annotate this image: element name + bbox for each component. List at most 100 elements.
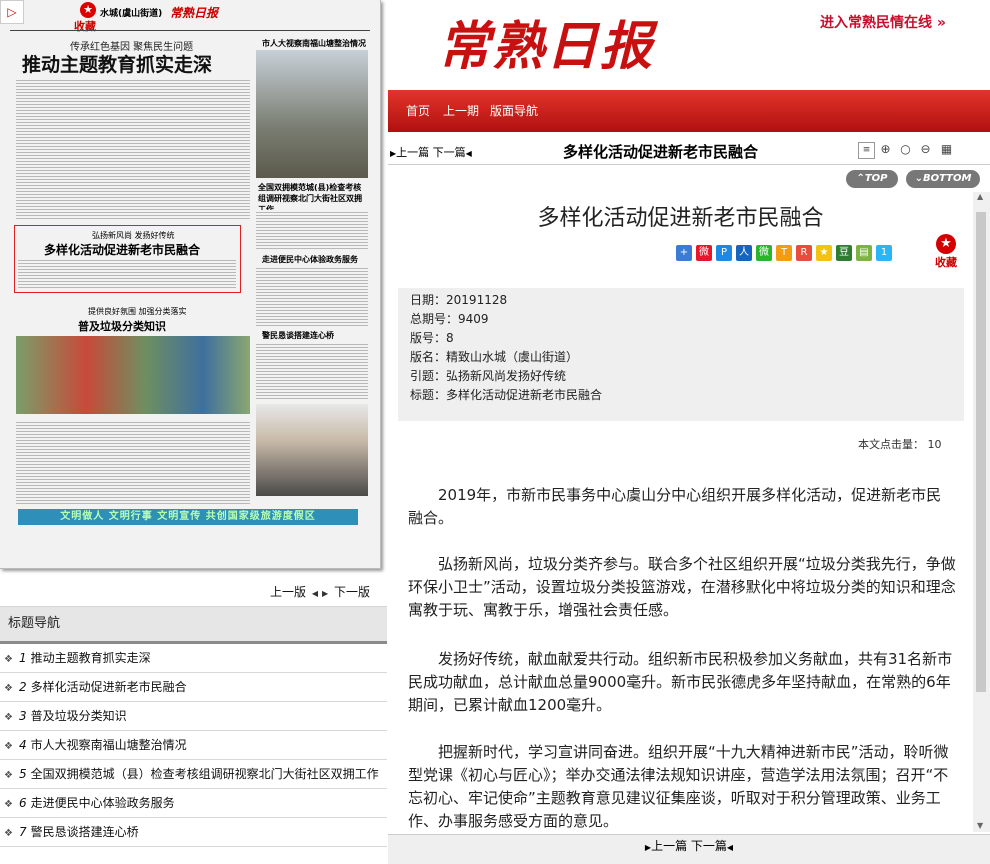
title-nav-num: 2 (18, 680, 27, 694)
thumbnail-collect-label[interactable]: 收藏 (74, 18, 96, 34)
collect-label[interactable]: 收藏 (928, 254, 964, 270)
title-nav-item[interactable]: ❖ 2 多样化活动促进新老市民融合 (0, 673, 387, 702)
main-nav-bar: 首页 上一期 版面导航 (388, 90, 990, 132)
thumbnail-highlight-headline[interactable]: 多样化活动促进新老市民融合 (44, 241, 200, 258)
thumbnail-headline-3[interactable]: 普及垃圾分类知识 (78, 318, 166, 334)
meta-value: 弘扬新风尚发扬好传统 (446, 369, 567, 383)
collect-button[interactable]: ★ 收藏 (928, 234, 964, 270)
nav-prev-issue-link[interactable]: 上一期 (443, 102, 479, 119)
thumbnail-side-headline-1[interactable]: 市人大视察南福山塘整治情况 (262, 38, 366, 49)
title-nav-num: 6 (18, 796, 27, 810)
douban-icon[interactable]: 豆 (836, 244, 852, 261)
thumbnail-banner: 文明做人 文明行事 文明宣传 共创国家级旅游度假区 (18, 509, 358, 525)
print-icon[interactable]: ▦ (939, 142, 954, 157)
title-nav-item[interactable]: ❖ 7 警民恳谈搭建连心桥 (0, 818, 387, 847)
left-panel: ▷ ★ 收藏 水城(虞山街道) 常熟日报 传承红色基因 聚焦民生问题 推动主题教… (0, 0, 388, 863)
meta-value: 20191128 (446, 293, 508, 307)
zoom-reset-icon[interactable]: ○ (898, 142, 913, 157)
meta-label: 引题 (410, 369, 435, 383)
minqing-online-link[interactable]: 进入常熟民情在线 » (820, 12, 946, 32)
scrollbar-thumb[interactable] (976, 212, 986, 692)
arrow-left-icon[interactable]: ◀ (312, 589, 318, 598)
share-image-icon[interactable]: ▤ (856, 244, 872, 261)
minqing-online-label[interactable]: 进入常熟民情在线 (820, 15, 932, 31)
nav-layout-link[interactable]: 版面导航 (490, 102, 538, 119)
thumbnail-highlight-kicker: 弘扬新风尚 发扬好传统 (92, 231, 175, 240)
bottom-article-nav: ▶上一篇 下一篇◀ (388, 834, 990, 864)
title-nav-label[interactable]: 推动主题教育抓实走深 (31, 651, 151, 665)
share-count-icon[interactable]: 1 (876, 244, 892, 261)
page-navigation: 上一版 ◀ ▶ 下一版 (270, 583, 370, 600)
meta-label: 标题 (410, 388, 435, 402)
share-red-icon[interactable]: R (796, 244, 812, 261)
bottom-prev-article-link[interactable]: 上一篇 (651, 839, 687, 853)
meta-row: 版号：8 (410, 331, 454, 345)
title-nav-label[interactable]: 走进便民中心体验政务服务 (31, 796, 175, 810)
title-navigation-header: 标题导航 (0, 606, 387, 644)
arrow-left-icon: ◀ (465, 149, 472, 158)
wechat-icon[interactable]: 微 (756, 244, 772, 261)
scroll-bottom-button[interactable]: ⌄BOTTOM (906, 170, 980, 188)
article-toolbar: ▶上一篇 下一篇◀ 多样化活动促进新老市民融合 ≡ ⊕ ○ ⊖ ▦ (388, 138, 990, 165)
zoom-in-icon[interactable]: ⊕ (878, 142, 893, 157)
thumbnail-side-headline-4[interactable]: 警民恳谈搭建连心桥 (262, 330, 334, 341)
title-nav-item[interactable]: ❖ 4 市人大视察南福山塘整治情况 (0, 731, 387, 760)
thumbnail-side-headline-3[interactable]: 走进便民中心体验政务服务 (262, 254, 358, 265)
next-page-link[interactable]: 下一版 (334, 585, 370, 599)
share-p-icon[interactable]: P (716, 244, 732, 261)
title-nav-label[interactable]: 多样化活动促进新老市民融合 (31, 680, 187, 694)
bullet-icon: ❖ (4, 828, 13, 839)
thumbnail-headline-1[interactable]: 推动主题教育抓实走深 (22, 50, 212, 77)
thumbnail-photo-bridge (256, 50, 368, 178)
hit-count: 本文点击量： 10 (858, 436, 942, 452)
scroll-top-button[interactable]: ⌃TOP (846, 170, 898, 188)
scroll-bottom-label[interactable]: BOTTOM (923, 173, 971, 184)
collect-star-icon[interactable]: ★ (80, 2, 96, 18)
meta-value: 精致山水城（虞山街道） (446, 350, 579, 364)
arrow-right-icon[interactable]: ▶ (322, 589, 328, 598)
meta-value: 8 (446, 331, 454, 345)
collect-star-icon[interactable]: ★ (936, 234, 956, 254)
share-bar: + 微 P 人微 T R ★ 豆 ▤ 1 (676, 242, 896, 262)
notes-icon[interactable]: ≡ (858, 142, 875, 159)
title-nav-item[interactable]: ❖ 6 走进便民中心体验政务服务 (0, 789, 387, 818)
title-nav-item[interactable]: ❖ 3 普及垃圾分类知识 (0, 702, 387, 731)
share-star-icon[interactable]: ★ (816, 244, 832, 261)
renren-icon[interactable]: 人 (736, 244, 752, 261)
next-article-link[interactable]: 下一篇 (433, 146, 466, 159)
thumbnail-text-block (256, 266, 368, 326)
meta-label: 版号 (410, 331, 435, 345)
article-title: 多样化活动促进新老市民融合 (537, 206, 824, 231)
thumbnail-text-block (16, 420, 250, 504)
bullet-icon: ❖ (4, 712, 13, 723)
article-scrollbar[interactable]: ▲ ▼ (973, 192, 990, 832)
toolbar-article-title: 多样化活动促进新老市民融合 (563, 143, 759, 161)
bullet-icon: ❖ (4, 654, 13, 665)
title-nav-label[interactable]: 普及垃圾分类知识 (31, 709, 127, 723)
site-logo[interactable]: 常熟日报 (438, 4, 654, 79)
title-nav-label[interactable]: 市人大视察南福山塘整治情况 (31, 738, 187, 752)
zoom-out-icon[interactable]: ⊖ (918, 142, 933, 157)
prev-page-link[interactable]: 上一版 (270, 585, 306, 599)
newspaper-page-thumbnail[interactable]: ▷ ★ 收藏 水城(虞山街道) 常熟日报 传承红色基因 聚焦民生问题 推动主题教… (0, 0, 381, 569)
scroll-up-icon[interactable]: ▲ (977, 192, 983, 201)
title-navigation: 标题导航 ❖ 1 推动主题教育抓实走深 ❖ 2 多样化活动促进新老市民融合 ❖ 3 普及垃圾… (0, 606, 387, 847)
meta-row: 总期号：9409 (410, 312, 489, 326)
scroll-down-icon[interactable]: ▼ (977, 821, 983, 830)
article-paragraph: 弘扬新风尚，垃圾分类齐参与。联合多个社区组织开展“垃圾分类我先行，争做环保小卫士… (408, 555, 956, 619)
prev-article-link[interactable]: 上一篇 (396, 146, 429, 159)
share-plus-icon[interactable]: + (676, 244, 692, 261)
article-prev-next: ▶上一篇 下一篇◀ (390, 144, 472, 160)
title-nav-label[interactable]: 警民恳谈搭建连心桥 (31, 825, 139, 839)
title-nav-label[interactable]: 全国双拥模范城（县）检查考核组调研视察北门大街社区双拥工作 (31, 767, 379, 781)
scroll-top-label[interactable]: TOP (865, 173, 888, 184)
thumbnail-kicker-3: 提供良好氛围 加强分类落实 (88, 307, 187, 316)
weibo-icon[interactable]: 微 (696, 244, 712, 261)
share-t-icon[interactable]: T (776, 244, 792, 261)
thumbnail-expand-icon[interactable]: ▷ (0, 0, 24, 24)
nav-home-link[interactable]: 首页 (406, 102, 430, 119)
title-nav-item[interactable]: ❖ 5 全国双拥模范城（县）检查考核组调研视察北门大街社区双拥工作 (0, 760, 387, 789)
meta-row: 标题：多样化活动促进新老市民融合 (410, 388, 603, 402)
title-nav-item[interactable]: ❖ 1 推动主题教育抓实走深 (0, 644, 387, 673)
bottom-next-article-link[interactable]: 下一篇 (691, 839, 727, 853)
